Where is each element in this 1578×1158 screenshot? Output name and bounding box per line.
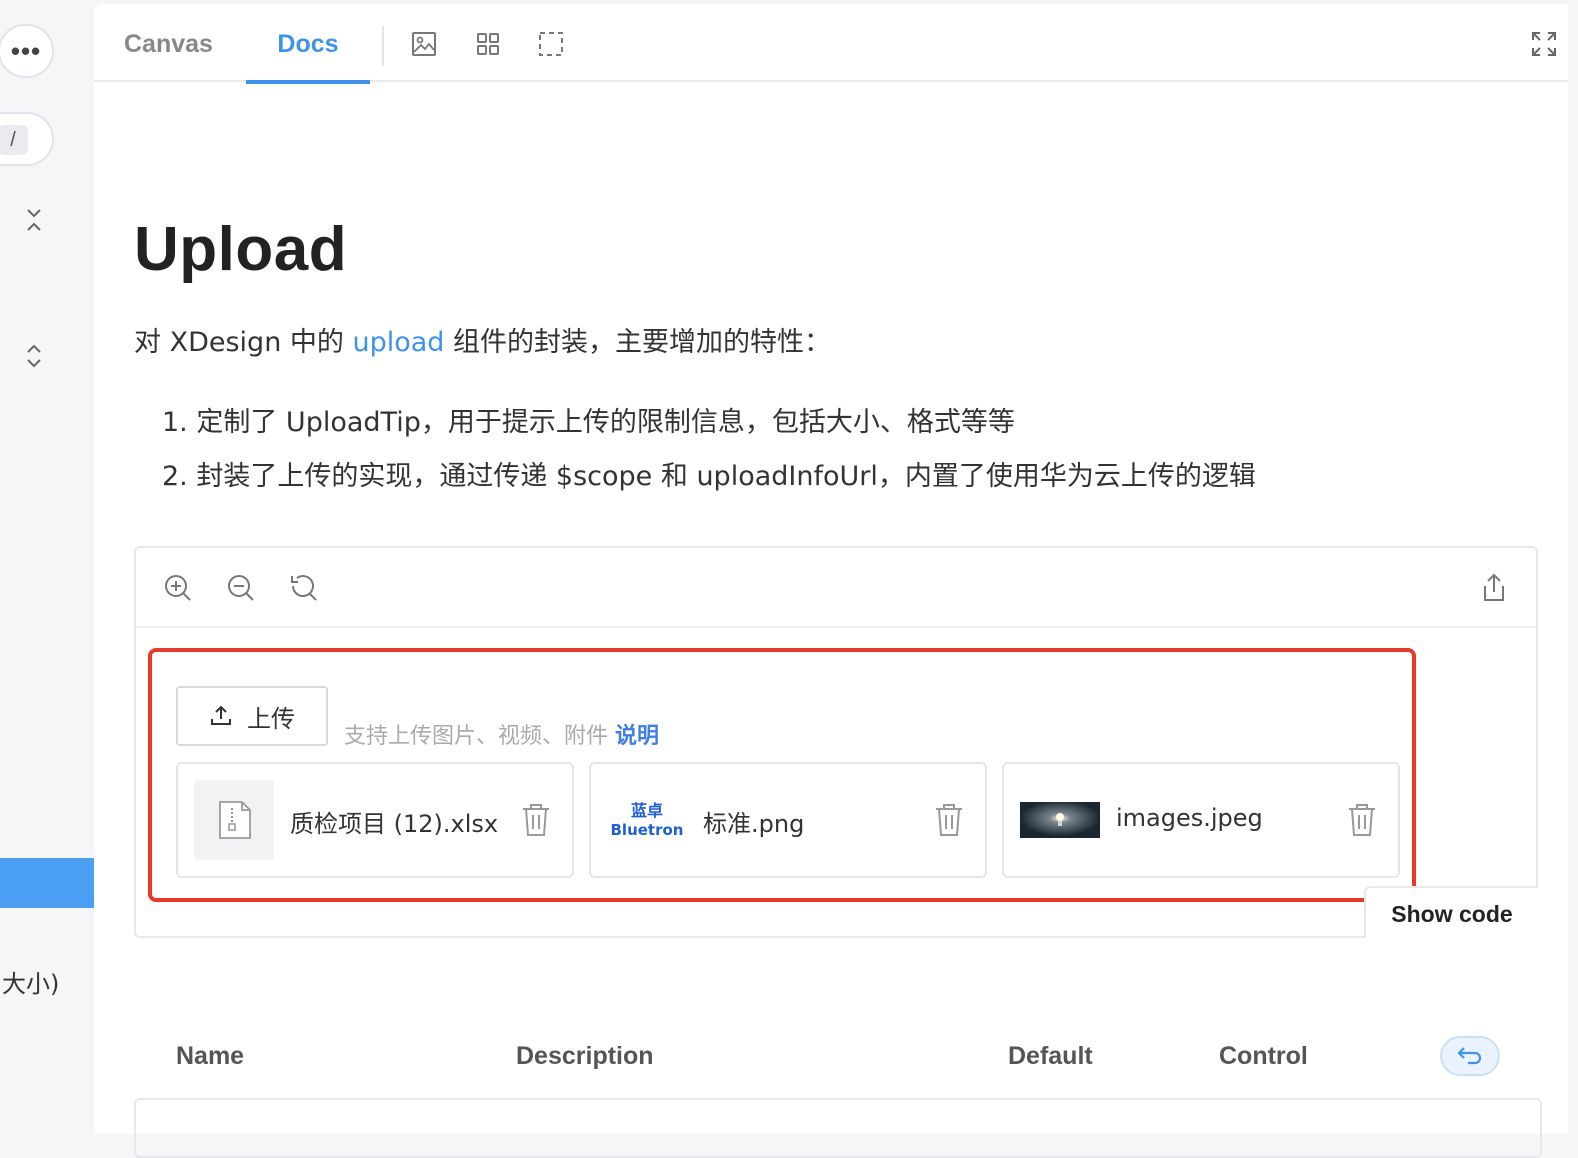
demo-box: 上传 支持上传图片、视频、附件 说明 质检项目 (12).xlsx 蓝卓 Blu… xyxy=(134,546,1538,938)
sidebar-active-item[interactable] xyxy=(0,858,94,908)
more-button[interactable]: ••• xyxy=(0,24,54,78)
tab-docs[interactable]: Docs xyxy=(246,4,370,84)
intro-prefix: 对 XDesign 中的 xyxy=(134,327,353,358)
page-title: Upload xyxy=(134,215,348,284)
upload-button[interactable]: 上传 xyxy=(176,686,328,746)
file-card: 蓝卓 Bluetron 标准.png xyxy=(589,762,987,878)
upload-tip-text: 支持上传图片、视频、附件 xyxy=(344,724,609,749)
search-shortcut-button[interactable]: / xyxy=(0,112,54,166)
feature-item: 1. 定制了 UploadTip，用于提示上传的限制信息，包括大小、格式等等 xyxy=(162,407,1015,438)
column-header-control: Control xyxy=(1219,1042,1308,1070)
tab-canvas[interactable]: Canvas xyxy=(124,4,213,82)
share-icon[interactable] xyxy=(1480,572,1508,604)
tip-help-link[interactable]: 说明 xyxy=(615,724,659,749)
demo-toolbar xyxy=(136,548,1536,628)
upload-link[interactable]: upload xyxy=(352,327,444,358)
upload-tip: 支持上传图片、视频、附件 说明 xyxy=(344,718,659,750)
logo-en-text: Bluetron xyxy=(611,821,684,839)
file-icon xyxy=(194,780,274,860)
file-name: 标准.png xyxy=(703,810,805,838)
image-icon[interactable] xyxy=(410,30,438,58)
show-code-button[interactable]: Show code xyxy=(1364,886,1538,938)
upload-icon xyxy=(211,705,231,725)
tab-divider xyxy=(382,26,384,66)
undo-icon xyxy=(1457,1047,1482,1065)
main-panel: Canvas Docs Upload 对 XDesign 中的 upload 组… xyxy=(94,4,1568,1158)
delete-icon[interactable] xyxy=(1346,802,1378,838)
tab-bar: Canvas Docs xyxy=(94,4,1568,84)
collapse-icon[interactable] xyxy=(22,206,46,234)
logo-cn-text: 蓝卓 xyxy=(631,801,663,820)
sidebar: ••• / 大小) xyxy=(0,0,94,1134)
file-name: images.jpeg xyxy=(1116,804,1263,832)
frame-icon[interactable] xyxy=(537,30,565,58)
column-header-description: Description xyxy=(516,1042,654,1070)
slash-key-badge: / xyxy=(0,125,28,155)
reset-zoom-icon[interactable] xyxy=(288,572,320,604)
file-card: images.jpeg xyxy=(1002,762,1400,878)
reset-controls-button[interactable] xyxy=(1440,1036,1500,1076)
more-icon: ••• xyxy=(10,35,42,66)
grid-icon[interactable] xyxy=(474,30,502,58)
column-header-default: Default xyxy=(1008,1042,1093,1070)
props-table-body xyxy=(134,1098,1542,1158)
lightbulb-image xyxy=(1020,780,1100,860)
file-card: 质检项目 (12).xlsx xyxy=(176,762,574,878)
intro-suffix: 组件的封装，主要增加的特性： xyxy=(444,327,832,358)
intro-text: 对 XDesign 中的 upload 组件的封装，主要增加的特性： xyxy=(134,320,831,359)
upload-button-label: 上传 xyxy=(247,704,295,733)
fullscreen-icon[interactable] xyxy=(1530,30,1558,58)
expand-icon[interactable] xyxy=(22,342,46,370)
feature-item: 2. 封装了上传的实现，通过传递 $scope 和 uploadInfoUrl，… xyxy=(162,461,1256,492)
file-name: 质检项目 (12).xlsx xyxy=(290,810,499,838)
column-header-name: Name xyxy=(176,1042,245,1070)
sidebar-item-text[interactable]: 大小) xyxy=(2,964,59,999)
zoom-in-icon[interactable] xyxy=(162,572,194,604)
bluetron-logo: 蓝卓 Bluetron xyxy=(607,780,687,860)
zoom-out-icon[interactable] xyxy=(225,572,257,604)
delete-icon[interactable] xyxy=(520,802,552,838)
delete-icon[interactable] xyxy=(933,802,965,838)
